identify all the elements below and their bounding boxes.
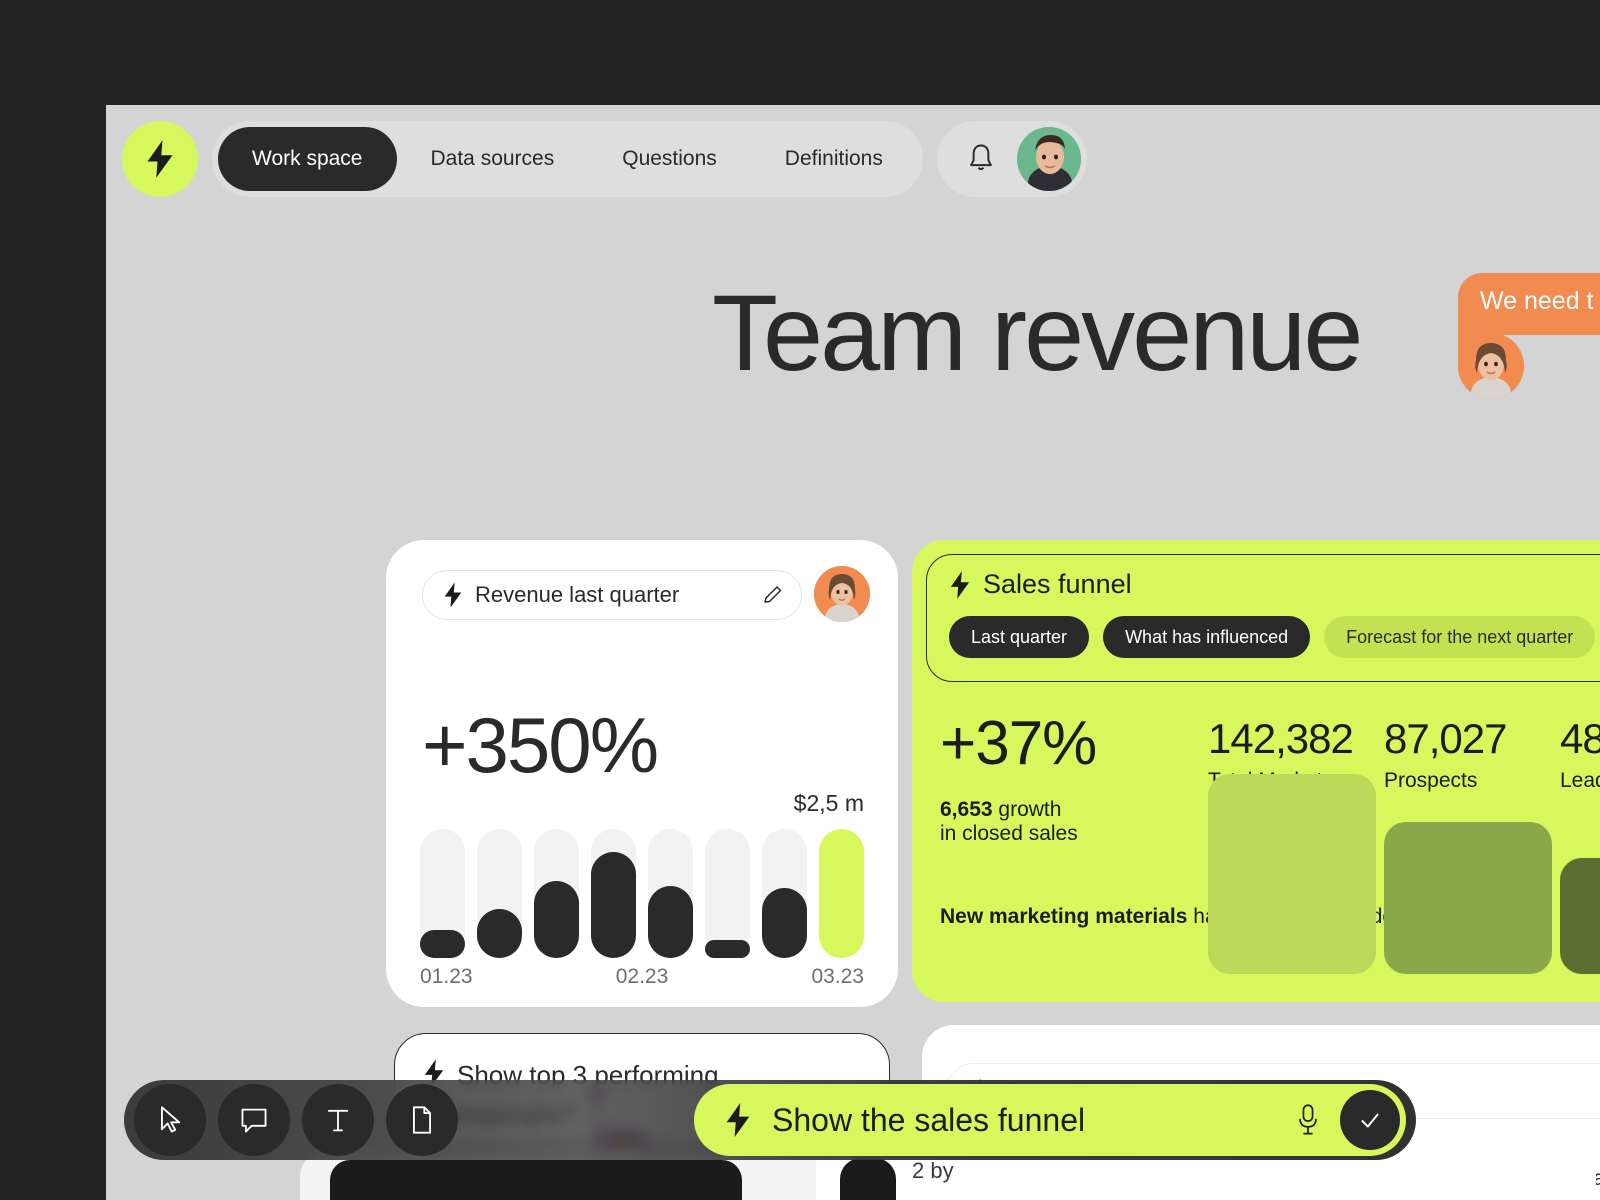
query-text: Revenue last quarter (475, 582, 680, 607)
bolt-icon (726, 1103, 750, 1137)
chip-forecast[interactable]: Forecast for the next quarter (1324, 616, 1596, 658)
chip-last-quarter[interactable]: Last quarter (949, 616, 1090, 658)
materials-strong: New marketing materials (940, 905, 1188, 928)
bar-track (762, 829, 807, 958)
command-text: Show the sales funnel (772, 1101, 1086, 1138)
funnel-blocks (1208, 774, 1600, 974)
text-tool[interactable] (302, 1084, 374, 1156)
bolt-icon (444, 582, 462, 608)
sales-funnel-card: Sales funnel Last quarter What has influ… (912, 540, 1600, 1002)
app-window: Work space Data sources Questions Defini… (106, 105, 1600, 1200)
commenter-avatar (1458, 333, 1524, 399)
select-tool[interactable] (134, 1084, 206, 1156)
funnel-title-row: Sales funnel (949, 569, 1600, 600)
microphone-button[interactable] (1286, 1098, 1330, 1142)
text-icon (327, 1109, 349, 1132)
funnel-growth-note: 6,653 growth in closed sales (940, 798, 1078, 846)
bar-track (534, 829, 579, 958)
nav-actions (936, 121, 1087, 197)
bar-fill (534, 880, 579, 958)
comment-avatar[interactable] (1458, 333, 1524, 399)
query-field[interactable]: Revenue last quarter (422, 570, 802, 620)
peek-card-right-label: 2 by (912, 1158, 954, 1183)
bottom-toolbar: Show the sales funnel (124, 1080, 1416, 1160)
comment-tool[interactable] (218, 1084, 290, 1156)
bar-fill (591, 852, 636, 958)
bar-track (819, 829, 864, 958)
chip-label: What has influenced (1125, 626, 1289, 647)
revenue-metric: +350% (422, 701, 659, 789)
bar-fill (477, 908, 522, 958)
revenue-chart-axis: 01.23 02.23 03.23 (420, 965, 864, 989)
bar-track (591, 829, 636, 958)
peek-card-right-chip (840, 1158, 896, 1200)
nav-item-data-sources[interactable]: Data sources (397, 127, 589, 191)
bar-fill (762, 888, 807, 958)
bar-fill (705, 939, 750, 958)
axis-tick: 03.23 (811, 965, 864, 988)
bolt-icon (950, 570, 970, 599)
nav-label: Questions (622, 147, 717, 170)
chip-label: Last quarter (971, 626, 1068, 647)
funnel-stat-value: 142,382 (1208, 715, 1354, 762)
screen: Work space Data sources Questions Defini… (0, 0, 1600, 1200)
command-input[interactable]: Show the sales funnel (694, 1084, 1406, 1156)
confirm-button[interactable] (1340, 1090, 1400, 1150)
funnel-block (1208, 774, 1376, 974)
funnel-stat-value: 87,027 (1384, 715, 1507, 762)
author-avatar-image (814, 566, 870, 622)
revenue-card: Revenue last quarter +350% $2,5 m 01.23 … (386, 540, 898, 1007)
app-logo[interactable] (122, 121, 198, 197)
file-tool[interactable] (386, 1084, 458, 1156)
peek-card-left-bar (330, 1160, 742, 1200)
bolt-icon (147, 140, 173, 178)
comment-icon (241, 1108, 267, 1133)
check-icon (1361, 1113, 1379, 1128)
bell-icon (970, 144, 992, 171)
funnel-header: Sales funnel Last quarter What has influ… (926, 554, 1600, 682)
microphone-icon (1299, 1104, 1317, 1135)
comment-bubble[interactable]: We need t (1458, 273, 1600, 335)
nav-label: Work space (252, 147, 363, 170)
nav-item-work-space[interactable]: Work space (218, 127, 397, 191)
nav-item-questions[interactable]: Questions (588, 127, 751, 191)
funnel-percent: +37% (940, 709, 1097, 778)
avatar[interactable] (1016, 127, 1081, 191)
nav-label: Definitions (784, 147, 883, 170)
bar-track (648, 829, 693, 958)
funnel-chip-list: Last quarter What has influenced Forecas… (949, 616, 1600, 658)
growth-line2: in closed sales (940, 822, 1078, 845)
funnel-title: Sales funnel (983, 569, 1132, 599)
bar-fill (648, 885, 693, 958)
page-title: Team revenue (712, 272, 1363, 393)
axis-tick: 02.23 (615, 965, 669, 988)
user-avatar (1016, 127, 1081, 191)
bar-track (477, 829, 522, 958)
bar-fill (819, 829, 864, 958)
bar-track (420, 829, 465, 958)
nav-pill: Work space Data sources Questions Defini… (212, 121, 923, 197)
growth-word: growth (992, 798, 1062, 821)
chip-what-has-influenced[interactable]: What has influenced (1103, 616, 1311, 658)
bar-track (705, 829, 750, 958)
nav-label: Data sources (430, 147, 555, 170)
funnel-block (1560, 858, 1600, 974)
funnel-block (1384, 822, 1552, 974)
chip-label: Forecast for the next quarter (1346, 626, 1574, 647)
axis-tick: 01.23 (420, 965, 473, 988)
top-navigation: Work space Data sources Questions Defini… (122, 121, 1087, 197)
cursor-icon (161, 1106, 181, 1133)
growth-number: 6,653 (940, 798, 993, 821)
file-icon (413, 1106, 431, 1134)
pencil-icon[interactable] (761, 583, 785, 607)
notifications-button[interactable] (955, 133, 1007, 185)
bar-fill (420, 929, 465, 958)
funnel-stat-value: 48,027 (1560, 715, 1600, 762)
author-avatar[interactable] (814, 566, 870, 622)
peak-value-label: $2,5 m (793, 790, 864, 816)
comment-text: We need t (1480, 287, 1594, 315)
nav-item-definitions[interactable]: Definitions (751, 127, 917, 191)
revenue-bar-chart (420, 829, 864, 958)
